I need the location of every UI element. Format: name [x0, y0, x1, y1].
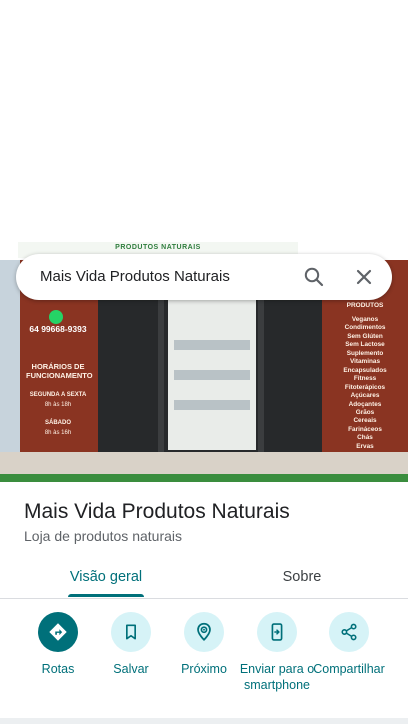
- store-hours-saturday-label: SÁBADO: [44, 420, 71, 426]
- save-label: Salvar: [113, 662, 149, 676]
- photo-left-wall: [0, 260, 20, 482]
- save-button[interactable]: Salvar: [91, 612, 171, 724]
- store-shelf: [174, 370, 250, 380]
- whatsapp-icon: [49, 310, 63, 324]
- place-tabs: Visão geral Sobre: [0, 556, 408, 599]
- map-blank-area: [0, 0, 408, 242]
- store-products-title: PRODUTOS: [346, 302, 384, 309]
- action-buttons-row: Rotas Salvar Próximo Enviar para o smart…: [0, 600, 408, 724]
- send-to-phone-icon[interactable]: [257, 612, 297, 652]
- store-phone-number: 64 99668-9393: [29, 324, 87, 334]
- bottom-divider: [0, 718, 408, 724]
- send-to-phone-label: Enviar para o smartphone: [239, 662, 315, 692]
- close-icon[interactable]: [352, 265, 376, 289]
- nearby-icon[interactable]: [184, 612, 224, 652]
- store-top-sign-text: PRODUTOS NATURAIS: [115, 244, 201, 251]
- search-icon[interactable]: [302, 265, 326, 289]
- share-button[interactable]: Compartilhar: [309, 612, 389, 724]
- store-interior: [168, 300, 256, 450]
- bookmark-icon[interactable]: [111, 612, 151, 652]
- tab-overview[interactable]: Visão geral: [36, 556, 176, 598]
- store-hours-title: HORÁRIOS DE FUNCIONAMENTO: [26, 362, 93, 381]
- directions-button[interactable]: Rotas: [18, 612, 98, 724]
- tab-about[interactable]: Sobre: [232, 556, 372, 598]
- share-icon[interactable]: [329, 612, 369, 652]
- search-bar[interactable]: Mais Vida Produtos Naturais: [16, 254, 392, 300]
- store-hours-saturday-time: 8h às 16h: [44, 430, 72, 436]
- active-tab-indicator: [68, 594, 144, 597]
- store-hours-weekday-time: 8h às 18h: [44, 402, 72, 408]
- store-shelf: [174, 340, 250, 350]
- nearby-label: Próximo: [181, 662, 227, 676]
- store-shelf: [174, 400, 250, 410]
- store-products-list: Veganos Condimentos Sem Glúten Sem Lacto…: [343, 316, 387, 450]
- place-title: Mais Vida Produtos Naturais: [24, 500, 290, 523]
- search-input[interactable]: Mais Vida Produtos Naturais: [40, 268, 230, 285]
- nearby-button[interactable]: Próximo: [164, 612, 244, 724]
- place-category: Loja de produtos naturais: [24, 528, 182, 544]
- share-label: Compartilhar: [313, 662, 385, 676]
- directions-icon[interactable]: [38, 612, 78, 652]
- store-hours-weekday-label: SEGUNDA A SEXTA: [29, 392, 87, 398]
- directions-label: Rotas: [41, 662, 75, 676]
- send-to-phone-button[interactable]: Enviar para o smartphone: [237, 612, 317, 724]
